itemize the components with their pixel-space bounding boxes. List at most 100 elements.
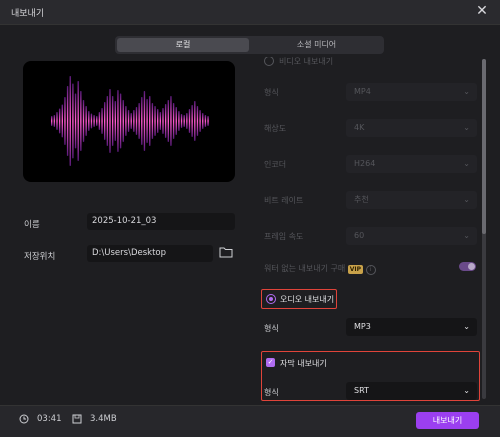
audio-export-radio[interactable] [266,294,276,304]
duration-text: 03:41 [37,414,62,424]
subtitle-format-value: SRT [354,386,369,395]
waveform-bar [119,93,122,149]
filename-input[interactable]: 2025-10-21_03 [87,213,235,230]
waveform-bar [202,113,204,129]
waveform-bar [196,106,199,136]
toggle-knob [468,263,475,270]
waveform-bar [141,97,143,145]
save-location-label: 저장위치 [24,252,56,262]
audio-format-select[interactable]: MP3 ⌄ [346,318,477,336]
waveform-bar [170,96,172,146]
tab-local[interactable]: 로컬 [117,38,249,52]
waveform-bar [85,106,87,136]
encoder-label: 인코더 [264,160,287,169]
waveform-bar [111,96,114,146]
resolution-value: 4K [354,123,365,132]
resolution-label: 해상도 [264,124,287,133]
waveform-bar [88,111,90,131]
waveform-bar [159,112,162,130]
bitrate-select[interactable]: 추천 ⌄ [346,191,477,209]
waveform-bar [149,96,151,146]
video-export-label: 비디오 내보내기 [279,57,334,66]
waveform-bar [146,99,148,143]
waveform-bar [175,107,177,135]
watermark-free-export-text: 워터 없는 내보내기 구매 [264,264,346,273]
waveform-bar [80,91,82,151]
tab-social-media[interactable]: 소셜 미디어 [251,38,382,52]
waveform-bar [122,100,124,142]
waveform-bar [162,108,164,134]
close-icon[interactable]: ✕ [474,3,490,19]
waveform-bar [204,115,207,127]
waveform-bar [154,106,156,136]
title-bar [0,0,500,25]
waveform-bar [125,106,127,136]
waveform-bar [96,116,98,126]
waveform-bar [191,105,193,137]
encoder-select[interactable]: H264 ⌄ [346,155,477,173]
waveform-bar [90,113,93,129]
tab-switcher: 로컬 소셜 미디어 [115,36,384,54]
waveform-bar [127,110,130,132]
waveform-bar [138,103,140,139]
window-title: 내보내기 [11,9,45,19]
waveform-bar [133,110,135,132]
encoder-value: H264 [354,159,376,168]
chevron-down-icon: ⌄ [463,159,470,168]
waveform-bar [199,110,201,132]
export-settings-panel[interactable]: 비디오 내보내기 형식 MP4 ⌄ 해상도 4K ⌄ 인코더 H264 ⌄ 비트 레이… [259,57,481,403]
audio-format-value: MP3 [354,322,371,331]
subtitle-export-checkbox[interactable]: ✓ [266,358,275,367]
waveform-bar [151,103,154,139]
watermark-free-export-label: 워터 없는 내보내기 구매 VIP i [264,263,376,275]
watermark-toggle[interactable] [459,262,476,271]
clock-icon [19,414,29,424]
waveform-bar [58,108,61,134]
info-icon[interactable]: i [365,265,376,275]
bitrate-label: 비트 레이트 [264,196,304,205]
waveform-bar [178,111,180,131]
folder-icon[interactable] [219,246,233,258]
waveform-bar [82,100,85,142]
waveform-bar [106,96,109,146]
waveform-bar [157,109,159,133]
resolution-select[interactable]: 4K ⌄ [346,119,477,137]
waveform-graphic [51,76,209,166]
audio-export-label: 오디오 내보내기 [280,295,335,304]
format-label: 형식 [264,88,279,97]
format-value: MP4 [354,87,371,96]
subtitle-format-select[interactable]: SRT ⌄ [346,382,477,400]
framerate-select[interactable]: 60 ⌄ [346,227,477,245]
format-select[interactable]: MP4 ⌄ [346,83,477,101]
chevron-down-icon: ⌄ [463,123,470,132]
chevron-down-icon: ⌄ [463,322,470,331]
subtitle-export-label: 자막 내보내기 [280,359,327,368]
video-export-radio[interactable] [264,57,274,66]
waveform-bar [194,101,196,141]
chevron-down-icon: ⌄ [463,386,470,395]
audio-format-label: 형식 [264,324,279,333]
file-size-text: 3.4MB [90,414,117,424]
framerate-label: 프레임 속도 [264,232,304,241]
waveform-bar [117,90,119,152]
name-label: 이름 [24,220,40,230]
waveform-bar [98,112,101,130]
subtitle-format-label: 형식 [264,388,279,397]
waveform-bar [101,108,103,134]
save-location-input[interactable]: D:\Users\Desktop [87,245,213,262]
waveform-bar [188,109,191,133]
save-size-icon [72,414,82,424]
waveform-bar [93,115,95,127]
chevron-down-icon: ⌄ [463,195,470,204]
export-button[interactable]: 내보내기 [416,412,479,429]
waveform-bar [74,93,77,149]
waveform-bar [104,102,106,140]
waveform-bar [183,115,185,127]
scrollbar-thumb[interactable] [482,59,486,234]
bitrate-value: 추천 [354,195,369,204]
waveform-bar [167,100,169,142]
waveform-bar [164,104,167,138]
audio-preview-thumbnail [23,61,235,182]
waveform-bar [53,115,56,127]
waveform-bar [143,91,146,151]
